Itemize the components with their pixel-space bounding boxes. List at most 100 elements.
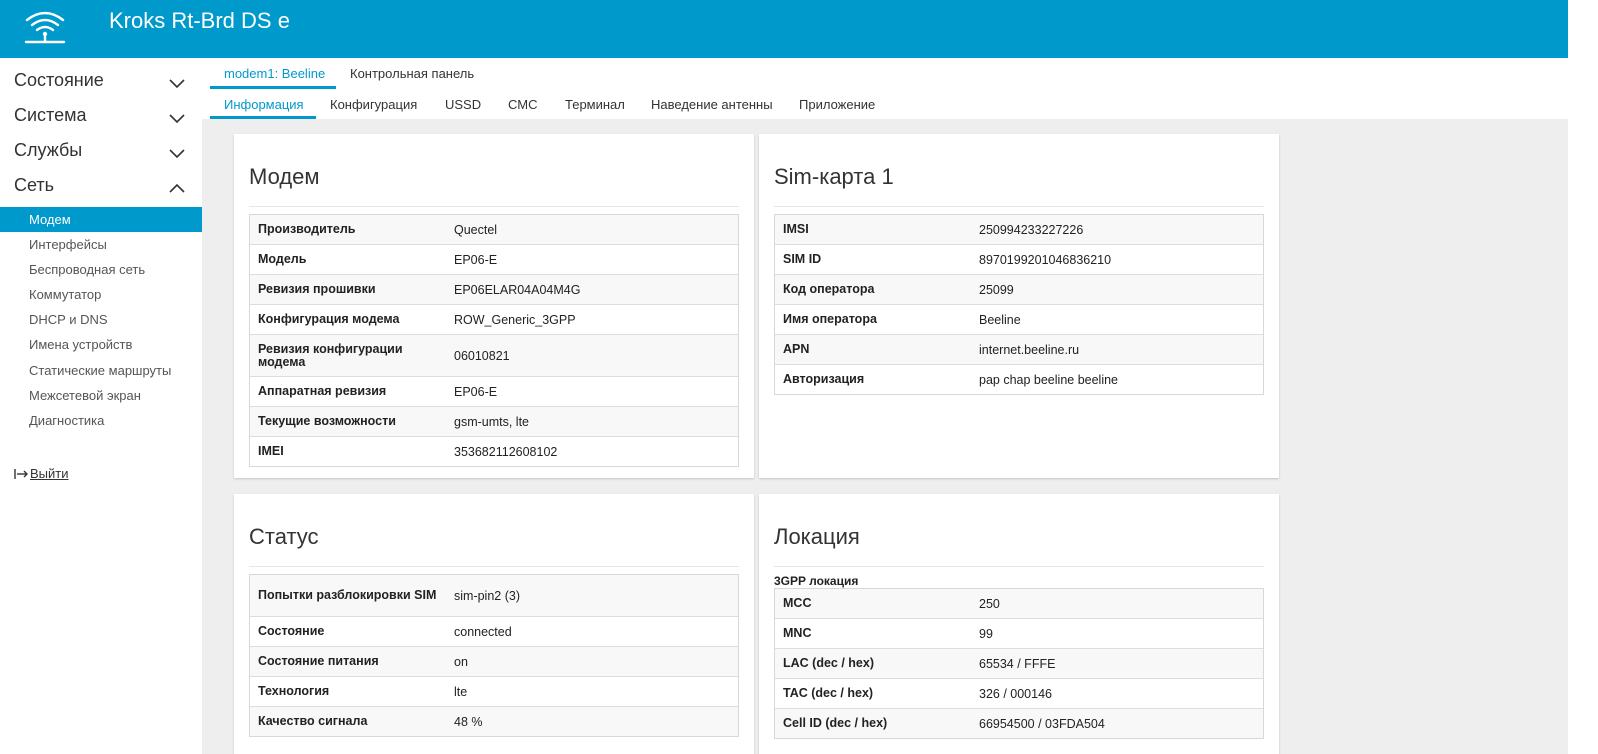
tab-ussd[interactable]: USSD (431, 89, 491, 119)
tab-configuration[interactable]: Конфигурация (316, 89, 428, 119)
row-value: ROW_Generic_3GPP (454, 312, 576, 327)
modem-info-table: Производитель Quectel Модель EP06-E Ревизи… (249, 214, 739, 467)
sidebar-item-interfaces[interactable]: Интерфейсы (0, 232, 202, 257)
card-title: Локация (774, 524, 860, 549)
tab-control-panel[interactable]: Контрольная панель (336, 58, 486, 89)
row-value: 66954500 / 03FDA504 (979, 716, 1105, 731)
row-key: Ревизия конфигурации модема (258, 341, 403, 369)
row-key: TAC (dec / hex) (783, 686, 874, 700)
row-value: EP06ELAR04A04M4G (454, 282, 581, 297)
tab-antenna-alignment[interactable]: Наведение антенны (637, 89, 785, 119)
tab-application[interactable]: Приложение (785, 89, 891, 119)
table-row: Конфигурация модема ROW_Generic_3GPP (250, 305, 738, 335)
location-info-table: MCC 250 MNC 99 LAC (dec / hex) 65534 / FFFE… (774, 588, 1264, 739)
tab-label: Контрольная панель (350, 66, 475, 81)
table-row: Код оператора 25099 (775, 275, 1263, 305)
row-value: 65534 / FFFE (979, 656, 1056, 671)
row-value: 99 (979, 626, 993, 641)
row-value: EP06-E (454, 384, 498, 399)
tab-modem1[interactable]: modem1: Beeline (210, 58, 336, 89)
card-title: Sim-карта 1 (774, 164, 894, 189)
sidebar-item-firewall[interactable]: Межсетевой экран (0, 383, 202, 408)
sidebar-item-diagnostics[interactable]: Диагностика (0, 408, 202, 433)
row-key: Состояние (258, 624, 325, 638)
sidebar-item-modem[interactable]: Модем (0, 207, 202, 232)
row-value: pap chap beeline beeline (979, 372, 1119, 387)
sidebar-item-dhcp-dns[interactable]: DHCP и DNS (0, 307, 202, 332)
sidebar-section-label: Система (14, 105, 87, 125)
row-value: 353682112608102 (454, 444, 558, 459)
wifi-logo-icon[interactable] (22, 9, 68, 45)
table-row: LAC (dec / hex) 65534 / FFFE (775, 649, 1263, 679)
row-key: IMSI (783, 222, 809, 236)
sidebar-item-hostnames[interactable]: Имена устройств (0, 332, 202, 357)
sidebar-section-state[interactable]: Состояние (0, 66, 202, 100)
tab-label: USSD (445, 97, 482, 112)
chevron-up-icon (169, 183, 185, 193)
divider (774, 206, 1264, 207)
row-value: 48 % (454, 714, 483, 729)
row-value: EP06-E (454, 252, 498, 267)
modem-tabs: modem1: Beeline Контрольная панель (202, 58, 1568, 89)
sidebar-section-services[interactable]: Службы (0, 136, 202, 170)
table-row: Cell ID (dec / hex) 66954500 / 03FDA504 (775, 709, 1263, 738)
sidebar-section-network[interactable]: Сеть (0, 171, 202, 205)
row-key: APN (783, 342, 810, 356)
sidebar-item-static-routes[interactable]: Статические маршруты (0, 358, 202, 383)
logout-label: Выйти (30, 466, 69, 481)
sidebar-item-label: Коммутатор (29, 287, 102, 302)
row-key: Имя оператора (783, 312, 877, 326)
sim-info-table: IMSI 250994233227226 SIM ID 89701992010468… (774, 214, 1264, 395)
row-key: MCC (783, 596, 812, 610)
scrollbar-area (1568, 0, 1598, 754)
tab-label: Информация (224, 97, 304, 112)
table-row: Производитель Quectel (250, 215, 738, 245)
table-row: MCC 250 (775, 589, 1263, 619)
row-value: 06010821 (454, 348, 510, 363)
sidebar-item-label: DHCP и DNS (29, 312, 108, 327)
row-key: Конфигурация модема (258, 312, 400, 326)
table-row: Качество сигнала 48 % (250, 707, 738, 736)
row-key: Модель (258, 252, 307, 266)
tab-label: СМС (508, 97, 538, 112)
row-key: Состояние питания (258, 654, 379, 668)
table-row: APN internet.beeline.ru (775, 335, 1263, 365)
sidebar-item-wireless[interactable]: Беспроводная сеть (0, 257, 202, 282)
row-key: LAC (dec / hex) (783, 656, 874, 670)
table-row: IMEI 353682112608102 (250, 437, 738, 466)
table-row: Авторизация pap chap beeline beeline (775, 365, 1263, 394)
tab-label: Конфигурация (330, 97, 418, 112)
row-key: Ревизия прошивки (258, 282, 376, 296)
sidebar-section-label: Сеть (14, 175, 55, 195)
row-key: Cell ID (dec / hex) (783, 716, 888, 730)
table-row: IMSI 250994233227226 (775, 215, 1263, 245)
tab-sms[interactable]: СМС (494, 89, 550, 119)
row-value: 326 / 000146 (979, 686, 1052, 701)
tab-terminal[interactable]: Терминал (551, 89, 637, 119)
table-row: Попытки разблокировки SIM sim-pin2 (3) (250, 575, 738, 617)
sidebar-item-label: Диагностика (29, 413, 105, 428)
status-info-table: Попытки разблокировки SIM sim-pin2 (3) Со… (249, 574, 739, 737)
row-key: Текущие возможности (258, 414, 396, 428)
tab-label: Наведение антенны (651, 97, 773, 112)
sidebar-item-switch[interactable]: Коммутатор (0, 282, 202, 307)
table-row: Ревизия конфигурации модема 06010821 (250, 335, 738, 377)
table-row: Состояние питания on (250, 647, 738, 677)
table-row: TAC (dec / hex) 326 / 000146 (775, 679, 1263, 709)
divider (249, 206, 739, 207)
sidebar-section-system[interactable]: Система (0, 101, 202, 135)
location-subtitle: 3GPP локация (774, 574, 859, 588)
sim-card: Sim-карта 1 IMSI 250994233227226 SIM ID 89… (759, 134, 1279, 478)
row-value: sim-pin2 (3) (454, 588, 520, 603)
tab-info[interactable]: Информация (210, 89, 316, 119)
divider (249, 566, 739, 567)
row-key: Код оператора (783, 282, 875, 296)
sidebar-item-label: Беспроводная сеть (29, 262, 146, 277)
sidebar-item-label: Межсетевой экран (29, 388, 141, 403)
row-key: SIM ID (783, 252, 822, 266)
row-key: IMEI (258, 444, 284, 458)
sidebar-section-label: Состояние (14, 70, 104, 90)
row-value: on (454, 654, 468, 669)
tab-label: Приложение (799, 97, 876, 112)
table-row: Имя оператора Beeline (775, 305, 1263, 335)
